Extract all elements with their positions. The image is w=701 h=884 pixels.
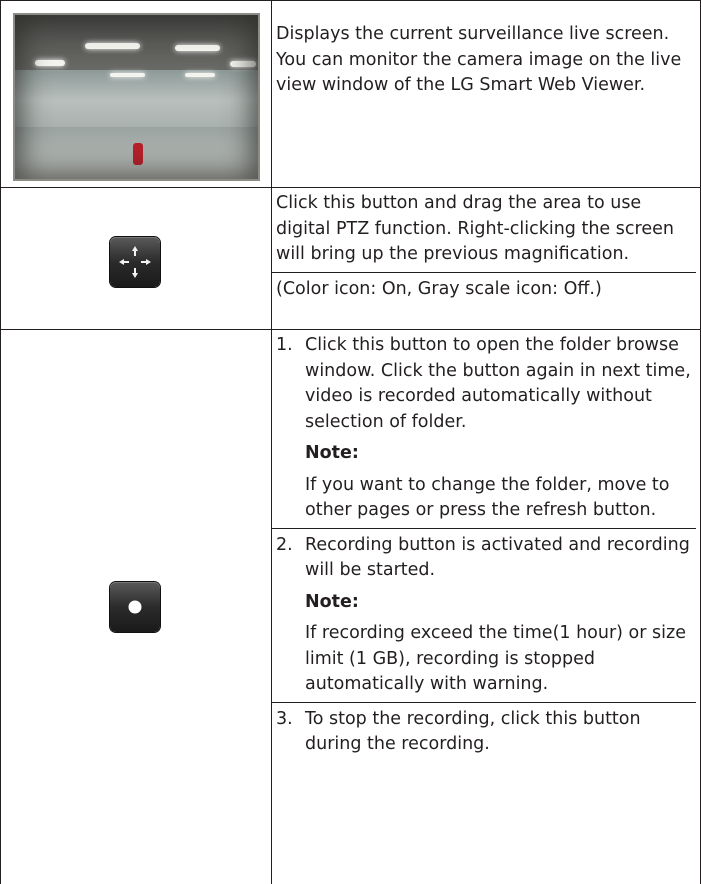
record-button[interactable]: [110, 582, 160, 632]
step-number: 3.: [276, 708, 293, 729]
table-border-left: [0, 0, 1, 884]
note-text: If recording exceed the time(1 hour) or …: [305, 623, 686, 694]
ptz-description: Click this button and drag the area to u…: [276, 193, 674, 264]
record-icon: [128, 600, 142, 614]
table-border-top: [0, 0, 701, 1]
list-item: 3. To stop the recording, click this but…: [276, 707, 696, 758]
live-camera-preview: [13, 13, 260, 181]
step-text: To stop the recording, click this button…: [305, 708, 641, 755]
note-text: If you want to change the folder, move t…: [305, 474, 670, 521]
note-label: Note:: [305, 443, 359, 463]
row-description: Displays the current surveillance live s…: [276, 22, 696, 99]
list-item: 2. Recording button is activated and rec…: [276, 533, 696, 698]
step-text: Click this button to open the folder bro…: [305, 335, 691, 432]
row-divider: [0, 187, 701, 188]
table-column-divider: [271, 0, 272, 884]
feature-table: Displays the current surveillance live s…: [0, 0, 701, 884]
step-number: 1.: [276, 335, 293, 355]
note-label: Note:: [305, 591, 359, 612]
step-text: Recording button is activated and record…: [305, 534, 690, 581]
row-divider: [0, 329, 701, 330]
step-number: 2.: [276, 534, 293, 555]
live-view-description: Displays the current surveillance live s…: [276, 24, 682, 95]
inner-divider: [272, 701, 696, 703]
ptz-color-note: (Color icon: On, Gray scale icon: Off.): [276, 278, 602, 299]
digital-ptz-button[interactable]: [110, 237, 160, 287]
inner-divider: [272, 527, 696, 529]
record-steps: 1. Click this button to open the folder …: [272, 333, 696, 758]
digital-ptz-icon: [119, 246, 151, 278]
row-description: Click this button and drag the area to u…: [272, 191, 696, 302]
list-item: 1. Click this button to open the folder …: [276, 333, 696, 524]
inner-divider: [272, 271, 696, 273]
